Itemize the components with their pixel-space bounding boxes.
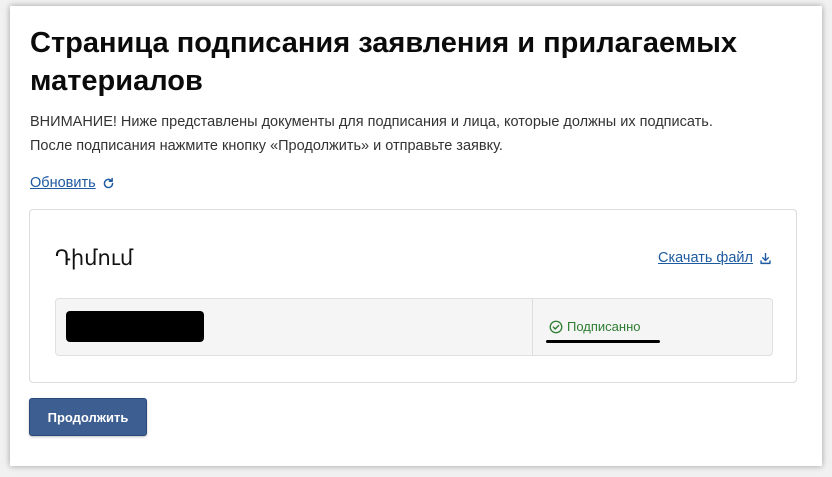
check-circle-icon (549, 320, 563, 334)
signer-row: Подписанно (55, 298, 773, 356)
signature-status-label: Подписанно (567, 319, 641, 334)
continue-button[interactable]: Продолжить (29, 398, 147, 436)
column-divider (532, 299, 533, 355)
download-icon (759, 252, 772, 265)
signature-status: Подписанно (549, 319, 641, 335)
refresh-link[interactable]: Обновить (30, 173, 115, 193)
notice-line-2: После подписания нажмите кнопку «Продолж… (30, 138, 503, 154)
annotation-underline (546, 340, 660, 343)
page-title: Страница подписания заявления и прилагае… (30, 27, 738, 97)
notice-text: ВНИМАНИЕ! Ниже представлены документы дл… (30, 110, 810, 158)
signing-page: Страница подписания заявления и прилагае… (10, 6, 822, 466)
signer-name-redacted (66, 311, 204, 342)
refresh-label: Обновить (30, 175, 96, 191)
download-file-link[interactable]: Скачать файл (658, 248, 772, 268)
document-name: Դիմում (55, 246, 134, 270)
download-label: Скачать файл (658, 250, 753, 266)
refresh-icon (102, 177, 115, 190)
notice-line-1: ВНИМАНИЕ! Ниже представлены документы дл… (30, 114, 713, 130)
document-card: Դիմում Скачать файл Подписанно (29, 209, 797, 383)
